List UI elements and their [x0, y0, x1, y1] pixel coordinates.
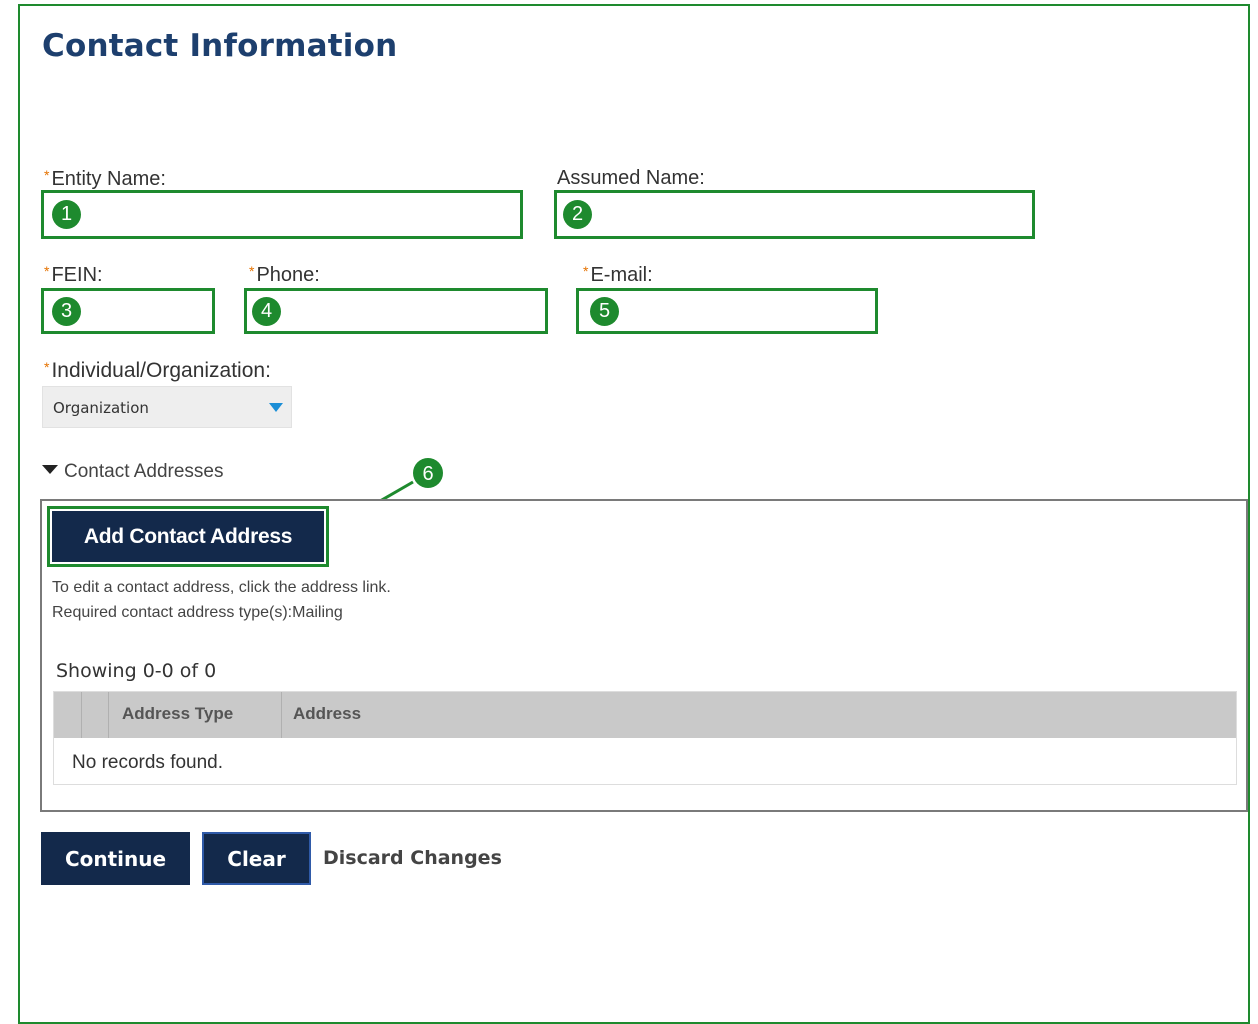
assumed-name-field-box [554, 190, 1035, 239]
email-field-box [576, 288, 878, 334]
entity-name-input[interactable] [44, 193, 520, 236]
fein-field-box [41, 288, 215, 334]
assumed-name-input[interactable] [557, 193, 1032, 236]
required-asterisk: * [44, 263, 50, 279]
continue-button[interactable]: Continue [41, 832, 190, 885]
fein-label: * FEIN: [44, 263, 103, 287]
column-divider [108, 692, 109, 738]
email-label-text: E-mail: [590, 264, 653, 286]
empty-table-message: No records found. [72, 752, 224, 773]
phone-label: * Phone: [249, 263, 320, 287]
add-contact-address-button[interactable]: Add Contact Address [52, 511, 324, 562]
column-header-address-type[interactable]: Address Type [122, 704, 233, 724]
individual-organization-label-text: Individual/Organization: [51, 359, 271, 382]
individual-organization-selected-value: Organization [53, 399, 149, 417]
required-asterisk: * [44, 359, 50, 375]
page-title: Contact Information [42, 28, 398, 64]
required-asterisk: * [44, 167, 50, 183]
discard-changes-link[interactable]: Discard Changes [323, 847, 502, 869]
assumed-name-label: Assumed Name: [557, 167, 705, 190]
column-divider [281, 692, 282, 738]
table-header-row: Address Type Address [54, 692, 1236, 738]
required-asterisk: * [583, 263, 589, 279]
required-address-types-text: Required contact address type(s):Mailing [52, 604, 343, 621]
edit-address-help-text: To edit a contact address, click the add… [52, 579, 391, 596]
contact-addresses-label: Contact Addresses [64, 461, 224, 482]
annotation-marker-6: 6 [422, 463, 433, 485]
records-count: Showing 0-0 of 0 [56, 660, 217, 682]
required-asterisk: * [249, 263, 255, 279]
individual-organization-label: *Individual/Organization: [44, 359, 271, 383]
contact-addresses-toggle[interactable]: Contact Addresses [42, 461, 223, 483]
caret-down-icon [42, 465, 58, 474]
entity-name-label: * Entity Name: [44, 167, 166, 191]
chevron-down-icon [269, 403, 283, 412]
entity-name-field-box [41, 190, 523, 239]
email-label: * E-mail: [583, 263, 653, 287]
email-input[interactable] [579, 291, 875, 331]
entity-name-label-text: Entity Name: [51, 168, 166, 190]
phone-input[interactable] [247, 291, 545, 331]
individual-organization-select[interactable]: Organization [42, 386, 292, 428]
addresses-table: Address Type Address No records found. [53, 691, 1237, 785]
phone-field-box [244, 288, 548, 334]
column-divider [81, 692, 82, 738]
assumed-name-label-text: Assumed Name: [557, 167, 705, 189]
fein-label-text: FEIN: [51, 264, 103, 286]
clear-button[interactable]: Clear [202, 832, 311, 885]
phone-label-text: Phone: [256, 264, 320, 286]
column-header-address[interactable]: Address [293, 704, 361, 724]
fein-input[interactable] [44, 291, 212, 331]
